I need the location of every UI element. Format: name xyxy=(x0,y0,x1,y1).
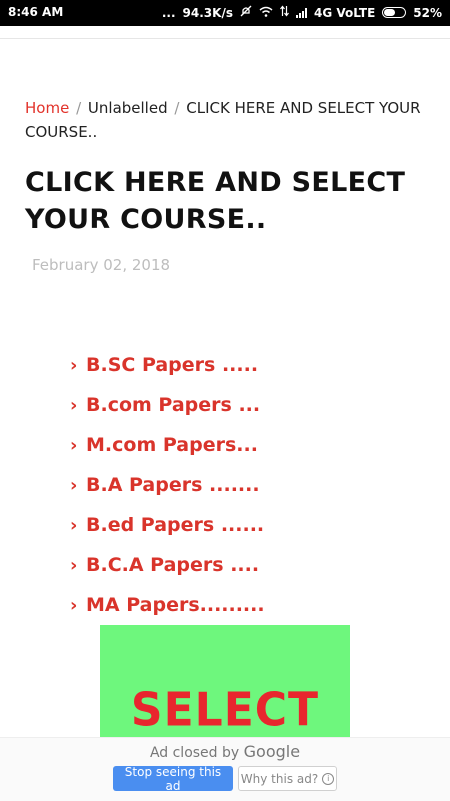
course-link-bsc[interactable]: › B.SC Papers ..... xyxy=(70,345,265,385)
course-link-mcom[interactable]: › M.com Papers... xyxy=(70,425,265,465)
network-speed: 94.3K/s xyxy=(182,5,233,20)
chevron-right-icon: › xyxy=(70,434,78,456)
breadcrumb-home-link[interactable]: Home xyxy=(25,99,69,117)
chevron-right-icon: › xyxy=(70,594,78,616)
why-this-ad-button[interactable]: Why this ad? i xyxy=(238,766,337,791)
ad-closed-label: Ad closed by xyxy=(149,745,240,761)
status-bar: 8:46 AM ... 94.3K/s 4G VoLTE 52% xyxy=(0,0,450,26)
signal-icon xyxy=(295,7,307,18)
chevron-right-icon: › xyxy=(70,514,78,536)
info-icon: i xyxy=(322,772,335,785)
why-this-ad-label: Why this ad? xyxy=(240,771,319,786)
mute-icon xyxy=(240,5,252,20)
breadcrumb-separator: / xyxy=(76,99,82,117)
status-icons: ... 94.3K/s 4G VoLTE 52% xyxy=(162,5,442,20)
course-label[interactable]: B.com Papers ... xyxy=(86,394,260,416)
battery-icon xyxy=(382,7,407,18)
breadcrumb-current: CLICK HERE AND SELECT YOUR COURSE.. xyxy=(25,99,421,141)
course-link-ma[interactable]: › MA Papers......... xyxy=(70,585,265,625)
course-label[interactable]: B.SC Papers ..... xyxy=(86,354,258,376)
banner-text: SELECT xyxy=(130,683,320,737)
data-transfer-icon xyxy=(280,5,289,20)
google-logo: Google xyxy=(243,742,301,761)
chevron-right-icon: › xyxy=(70,474,78,496)
status-dots: ... xyxy=(161,5,176,20)
course-label[interactable]: B.ed Papers ...... xyxy=(86,514,264,536)
course-label[interactable]: B.C.A Papers .... xyxy=(86,554,259,576)
select-banner-image[interactable]: SELECT xyxy=(100,625,350,737)
course-link-bed[interactable]: › B.ed Papers ...... xyxy=(70,505,265,545)
chevron-right-icon: › xyxy=(70,554,78,576)
breadcrumb: Home / Unlabelled / CLICK HERE AND SELEC… xyxy=(25,96,425,144)
course-label[interactable]: B.A Papers ....... xyxy=(86,474,260,496)
course-label[interactable]: M.com Papers... xyxy=(86,434,258,456)
chevron-right-icon: › xyxy=(70,394,78,416)
ad-closed-text: Ad closed by Google xyxy=(0,742,450,761)
stop-seeing-ad-button[interactable]: Stop seeing this ad xyxy=(113,765,233,793)
battery-level: 52% xyxy=(413,5,442,20)
post-date: February 02, 2018 xyxy=(32,256,171,274)
course-list: › B.SC Papers ..... › B.com Papers ... ›… xyxy=(70,345,265,625)
chevron-right-icon: › xyxy=(70,354,78,376)
network-type: 4G VoLTE xyxy=(313,5,376,20)
ad-closed-bar: Ad closed by Google Stop seeing this ad … xyxy=(0,737,450,801)
status-time: 8:46 AM xyxy=(8,5,64,19)
breadcrumb-category-link[interactable]: Unlabelled xyxy=(88,99,168,117)
wifi-icon xyxy=(259,6,273,20)
course-link-bcom[interactable]: › B.com Papers ... xyxy=(70,385,265,425)
page-title: CLICK HERE AND SELECT YOUR COURSE.. xyxy=(25,167,406,235)
course-link-bca[interactable]: › B.C.A Papers .... xyxy=(70,545,265,585)
course-label[interactable]: MA Papers......... xyxy=(86,594,265,616)
course-link-ba[interactable]: › B.A Papers ....... xyxy=(70,465,265,505)
header-divider xyxy=(0,38,450,39)
breadcrumb-separator: / xyxy=(174,99,180,117)
